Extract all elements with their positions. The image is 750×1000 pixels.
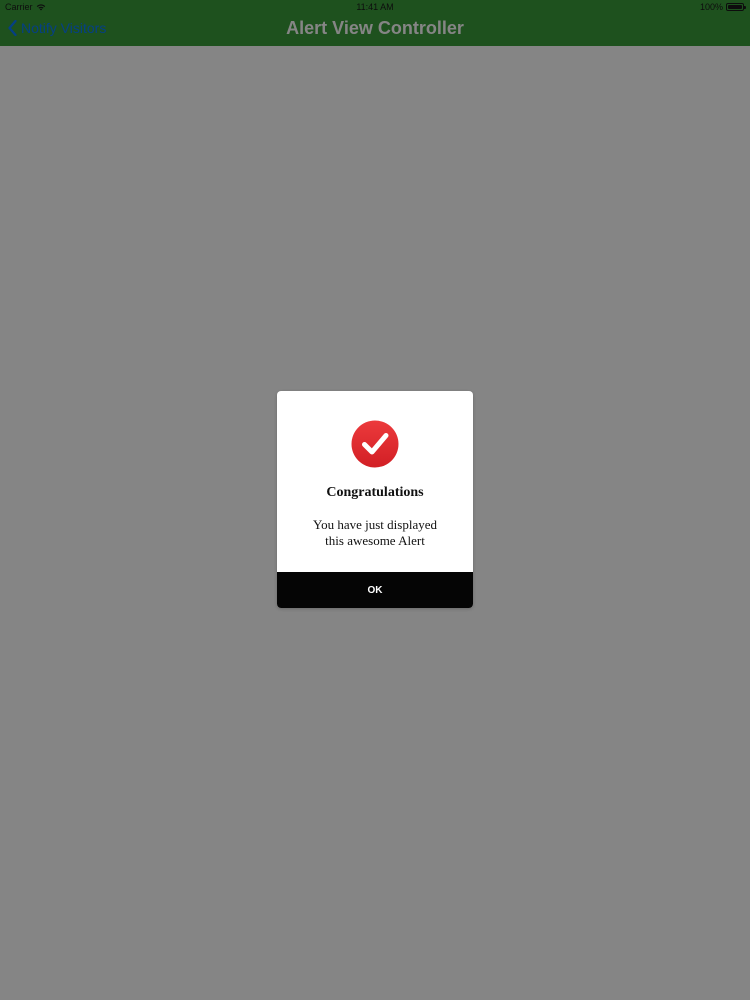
alert-dialog: Congratulations You have just displayed … [277, 391, 473, 608]
alert-title: Congratulations [326, 485, 424, 500]
alert-message-line-2: this awesome Alert [325, 533, 425, 548]
alert-message-line-1: You have just displayed [313, 517, 437, 532]
alert-message: You have just displayed this awesome Ale… [287, 517, 463, 549]
checkmark-circle-icon [351, 420, 399, 468]
ok-button[interactable]: OK [277, 572, 473, 608]
